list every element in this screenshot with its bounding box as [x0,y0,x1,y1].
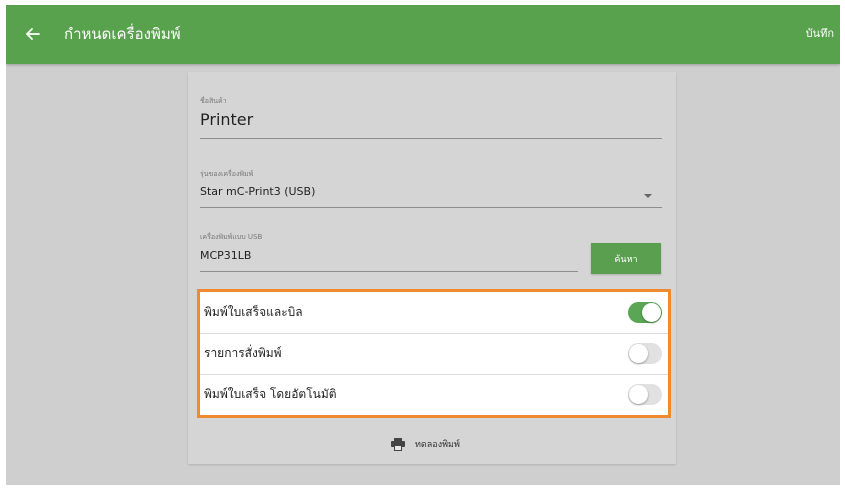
order-print-toggle[interactable] [628,343,662,364]
app-bar: กำหนดเครื่องพิมพ์ บันทึก [6,5,840,64]
usb-printer-underline [200,271,578,272]
auto-receipt-toggle[interactable] [628,384,662,405]
option-label: พิมพ์ใบเสร็จ โดยอัตโนมัติ [204,387,337,401]
printer-icon [391,437,405,451]
test-print-label: ทดลองพิมพ์ [415,440,460,450]
printer-model-label: รุ่นของเครื่องพิมพ์ [200,170,254,178]
usb-printer-label: เครื่องพิมพ์แบบ USB [200,233,263,241]
option-label: รายการสั่งพิมพ์ [204,346,282,360]
receipt-bill-toggle[interactable] [628,302,662,323]
arrow-left-icon[interactable] [22,23,44,45]
toggle-knob [629,385,648,404]
product-name-underline [200,138,662,139]
option-label: พิมพ์ใบเสร็จและบิล [204,305,303,319]
page-title: กำหนดเครื่องพิมพ์ [64,25,181,43]
option-row-auto-receipt: พิมพ์ใบเสร็จ โดยอัตโนมัติ [200,374,668,415]
product-name-label: ชื่อสินค้า [200,97,227,105]
save-button[interactable]: บันทึก [806,26,834,42]
test-print-button[interactable]: ทดลองพิมพ์ [391,437,460,451]
option-row-receipt-bill: พิมพ์ใบเสร็จและบิล [200,292,668,334]
dropdown-arrow-icon[interactable] [644,194,652,198]
printer-model-underline [200,207,662,208]
toggle-knob [642,303,661,322]
print-options-panel: พิมพ์ใบเสร็จและบิล รายการสั่งพิมพ์ พิมพ์… [197,289,671,418]
app-window: กำหนดเครื่องพิมพ์ บันทึก ชื่อสินค้า Prin… [6,5,840,485]
product-name-input[interactable]: Printer [200,110,253,129]
printer-model-select[interactable]: Star mC-Print3 (USB) [200,185,315,198]
toggle-knob [629,344,648,363]
option-row-order-print: รายการสั่งพิมพ์ [200,333,668,375]
usb-printer-input[interactable]: MCP31LB [200,249,251,262]
search-button[interactable]: ค้นหา [591,243,661,274]
